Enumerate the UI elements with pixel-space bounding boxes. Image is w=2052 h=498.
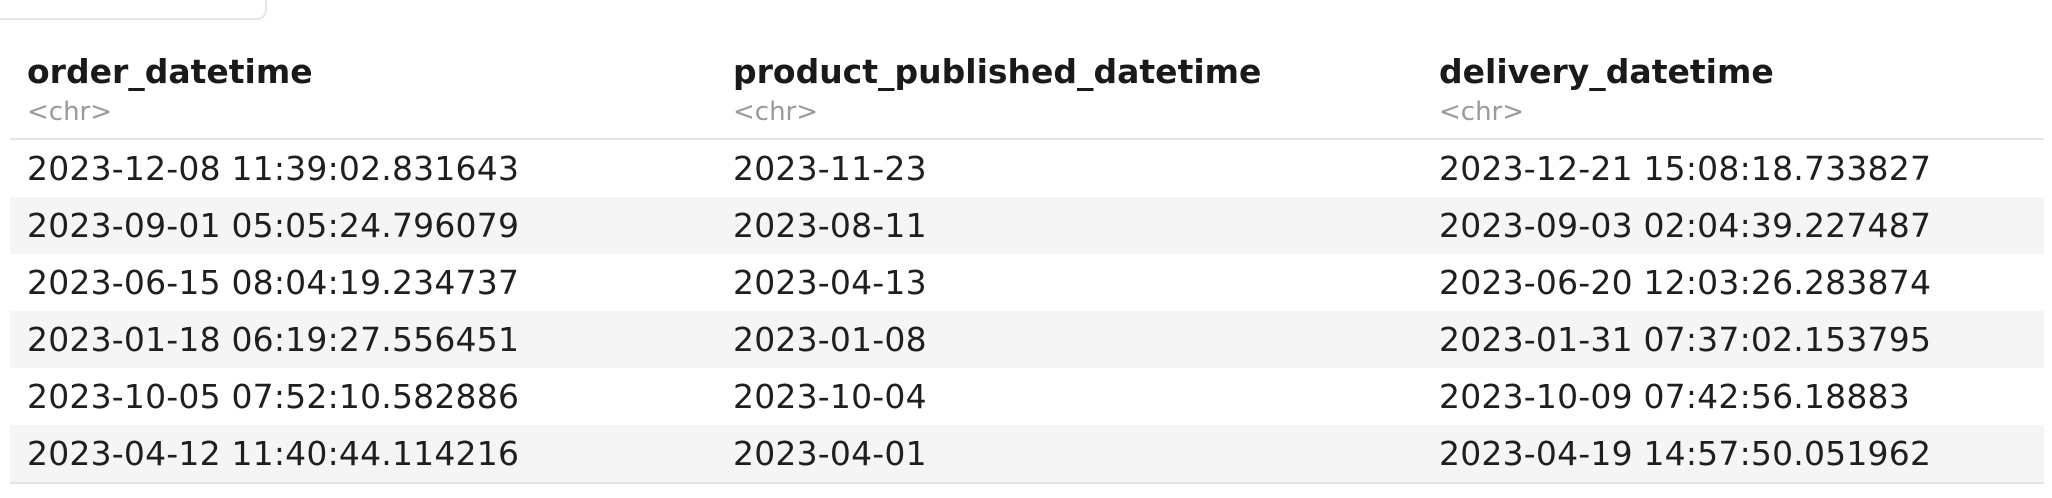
column-type: <chr>	[27, 97, 113, 127]
column-type: <chr>	[733, 97, 819, 127]
table-cell: 2023-08-11	[716, 197, 1422, 254]
table-row: 2023-09-01 05:05:24.796079 2023-08-11 20…	[10, 197, 2044, 254]
table-row: 2023-04-12 11:40:44.114216 2023-04-01 20…	[10, 425, 2044, 484]
table-cell: 2023-11-23	[733, 149, 927, 188]
table-cell: 2023-01-31 07:37:02.153795	[1422, 311, 2044, 368]
table-cell: 2023-01-08	[716, 311, 1422, 368]
table-cell: 2023-10-04	[733, 377, 927, 416]
table-cell: 2023-12-08 11:39:02.831643	[27, 149, 520, 188]
table-row: 2023-10-05 07:52:10.582886 2023-10-04 20…	[10, 368, 2044, 425]
column-header-product-published-datetime[interactable]: product_published_datetime <chr>	[716, 40, 1422, 140]
pager-tab	[0, 0, 267, 20]
table-cell: 2023-04-19 14:57:50.051962	[1422, 425, 2044, 484]
table-row: 2023-01-18 06:19:27.556451 2023-01-08 20…	[10, 311, 2044, 368]
column-name: product_published_datetime	[733, 52, 1262, 91]
table-cell: 2023-04-01	[716, 425, 1422, 484]
table-cell: 2023-09-01 05:05:24.796079	[10, 197, 716, 254]
column-name: order_datetime	[27, 52, 313, 91]
table-cell: 2023-04-13	[733, 263, 927, 302]
table-cell: 2023-09-03 02:04:39.227487	[1422, 197, 2044, 254]
data-frame-viewer: order_datetime <chr> product_published_d…	[10, 40, 2044, 484]
header-row: order_datetime <chr> product_published_d…	[10, 40, 2044, 140]
column-type: <chr>	[1439, 97, 1525, 127]
table-cell: 2023-12-21 15:08:18.733827	[1439, 149, 1932, 188]
table-cell: 2023-10-09 07:42:56.18883	[1439, 377, 1910, 416]
table-row: 2023-12-08 11:39:02.831643 2023-11-23 20…	[10, 139, 2044, 197]
table-row: 2023-06-15 08:04:19.234737 2023-04-13 20…	[10, 254, 2044, 311]
column-name: delivery_datetime	[1439, 52, 1774, 91]
table-cell: 2023-01-18 06:19:27.556451	[10, 311, 716, 368]
data-table: order_datetime <chr> product_published_d…	[10, 40, 2044, 484]
column-header-order-datetime[interactable]: order_datetime <chr>	[10, 40, 716, 140]
table-cell: 2023-10-05 07:52:10.582886	[27, 377, 520, 416]
table-cell: 2023-04-12 11:40:44.114216	[10, 425, 716, 484]
column-header-delivery-datetime[interactable]: delivery_datetime <chr>	[1422, 40, 2044, 140]
table-cell: 2023-06-20 12:03:26.283874	[1439, 263, 1932, 302]
table-cell: 2023-06-15 08:04:19.234737	[27, 263, 520, 302]
